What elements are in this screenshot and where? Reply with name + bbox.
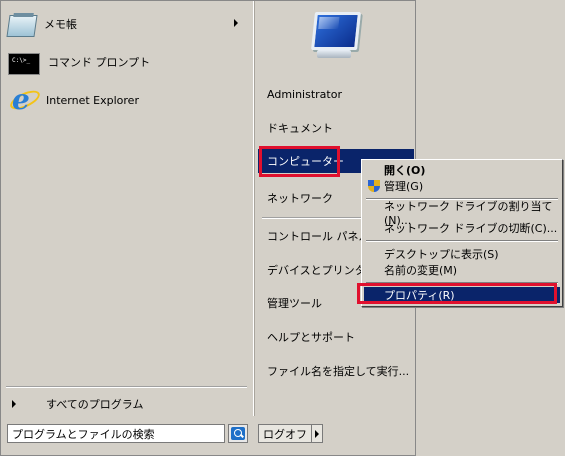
place-run[interactable]: ファイル名を指定して実行... (258, 359, 414, 383)
menu-item-manage[interactable]: 管理(G) (364, 178, 560, 194)
annotation-highlight-computer (259, 146, 340, 177)
notepad-icon (6, 15, 38, 37)
program-internet-explorer[interactable]: e Internet Explorer (7, 84, 246, 116)
command-prompt-icon-text: C:\>_ (12, 57, 31, 64)
menu-separator (366, 240, 558, 242)
place-help-support[interactable]: ヘルプとサポート (258, 325, 414, 349)
internet-explorer-icon: e (7, 85, 43, 115)
program-label: Internet Explorer (46, 93, 139, 107)
all-programs-button[interactable]: すべてのプログラム (8, 394, 246, 414)
place-administrator[interactable]: Administrator (258, 82, 414, 106)
menu-item-disconnect-network-drive[interactable]: ネットワーク ドライブの切断(C)... (364, 220, 560, 236)
menu-label: 開く(O) (384, 164, 426, 177)
place-label: コントロール パネル (267, 230, 370, 243)
program-label: メモ帳 (44, 18, 77, 31)
place-label: ヘルプとサポート (267, 331, 355, 344)
menu-label: 管理(G) (384, 180, 424, 193)
all-programs-label: すべてのプログラム (46, 398, 144, 411)
shutdown-options-arrow[interactable] (311, 424, 323, 443)
search-input[interactable]: プログラムとファイルの検索 (7, 424, 225, 443)
logoff-label: ログオフ (263, 427, 307, 441)
place-label: ドキュメント (267, 122, 333, 135)
search-placeholder: プログラムとファイルの検索 (12, 427, 155, 441)
start-menu: メモ帳 C:\>_ コマンド プロンプト e Internet Explorer… (0, 0, 565, 456)
menu-label: デスクトップに表示(S) (384, 248, 499, 261)
menu-item-show-on-desktop[interactable]: デスクトップに表示(S) (364, 246, 560, 262)
submenu-arrow-icon[interactable] (234, 19, 238, 27)
program-command-prompt[interactable]: C:\>_ コマンド プロンプト (8, 46, 246, 78)
place-label: 管理ツール (267, 297, 322, 310)
search-button[interactable] (228, 424, 248, 443)
divider (6, 386, 247, 388)
computer-monitor-icon (303, 10, 363, 64)
command-prompt-icon: C:\>_ (8, 53, 40, 75)
menu-item-rename[interactable]: 名前の変更(M) (364, 262, 560, 278)
menu-item-open[interactable]: 開く(O) (364, 162, 560, 178)
program-notepad[interactable]: メモ帳 (6, 8, 246, 40)
place-label: ファイル名を指定して実行... (267, 365, 410, 378)
annotation-highlight-properties (357, 283, 557, 304)
logoff-button[interactable]: ログオフ (258, 424, 312, 443)
search-icon (231, 427, 245, 440)
place-label: Administrator (267, 87, 342, 101)
program-label: コマンド プロンプト (48, 56, 151, 69)
menu-label: 名前の変更(M) (384, 264, 458, 277)
place-label: ネットワーク (267, 192, 333, 205)
arrow-right-icon (12, 400, 16, 408)
menu-label: ネットワーク ドライブの切断(C)... (384, 222, 558, 235)
place-documents[interactable]: ドキュメント (258, 116, 414, 140)
uac-shield-icon (368, 180, 380, 192)
menu-item-map-network-drive[interactable]: ネットワーク ドライブの割り当て(N)... (364, 200, 560, 227)
